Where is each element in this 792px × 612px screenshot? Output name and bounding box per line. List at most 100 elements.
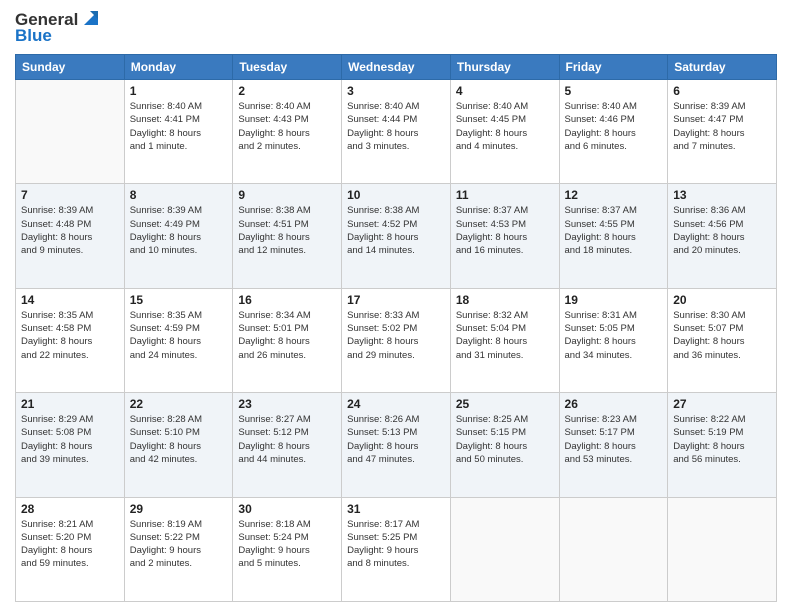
day-cell: 11 Sunrise: 8:37 AMSunset: 4:53 PMDayligh…: [450, 184, 559, 288]
calendar-table: SundayMondayTuesdayWednesdayThursdayFrid…: [15, 54, 777, 602]
weekday-header-friday: Friday: [559, 55, 668, 80]
day-info: Sunrise: 8:36 AMSunset: 4:56 PMDaylight:…: [673, 204, 771, 257]
day-number: 18: [456, 293, 554, 307]
week-row-1: 1 Sunrise: 8:40 AMSunset: 4:41 PMDaylight…: [16, 80, 777, 184]
weekday-header-row: SundayMondayTuesdayWednesdayThursdayFrid…: [16, 55, 777, 80]
day-number: 6: [673, 84, 771, 98]
day-cell: 30Sunrise: 8:18 AMSunset: 5:24 PMDayligh…: [233, 497, 342, 601]
day-number: 21: [21, 397, 119, 411]
day-number: 25: [456, 397, 554, 411]
day-cell: [450, 497, 559, 601]
day-info: Sunrise: 8:37 AMSunset: 4:53 PMDaylight:…: [456, 204, 554, 257]
day-cell: 23 Sunrise: 8:27 AMSunset: 5:12 PMDayligh…: [233, 393, 342, 497]
day-info: Sunrise: 8:39 AMSunset: 4:47 PMDaylight:…: [673, 100, 771, 153]
day-cell: 1 Sunrise: 8:40 AMSunset: 4:41 PMDaylight…: [124, 80, 233, 184]
day-cell: 8 Sunrise: 8:39 AMSunset: 4:49 PMDaylight…: [124, 184, 233, 288]
day-info: Sunrise: 8:23 AMSunset: 5:17 PMDaylight:…: [565, 413, 663, 466]
day-info: Sunrise: 8:37 AMSunset: 4:55 PMDaylight:…: [565, 204, 663, 257]
week-row-5: 28 Sunrise: 8:21 AMSunset: 5:20 PMDayligh…: [16, 497, 777, 601]
day-info: Sunrise: 8:21 AMSunset: 5:20 PMDaylight:…: [21, 518, 119, 571]
day-info: Sunrise: 8:17 AMSunset: 5:25 PMDaylight:…: [347, 518, 445, 571]
day-number: 29: [130, 502, 228, 516]
day-number: 11: [456, 188, 554, 202]
day-number: 15: [130, 293, 228, 307]
week-row-2: 7 Sunrise: 8:39 AMSunset: 4:48 PMDaylight…: [16, 184, 777, 288]
day-info: Sunrise: 8:29 AMSunset: 5:08 PMDaylight:…: [21, 413, 119, 466]
day-number: 31: [347, 502, 445, 516]
day-number: 7: [21, 188, 119, 202]
day-cell: 22Sunrise: 8:28 AMSunset: 5:10 PMDayligh…: [124, 393, 233, 497]
day-number: 17: [347, 293, 445, 307]
day-cell: 16 Sunrise: 8:34 AMSunset: 5:01 PMDayligh…: [233, 288, 342, 392]
weekday-header-sunday: Sunday: [16, 55, 125, 80]
day-cell: 2 Sunrise: 8:40 AMSunset: 4:43 PMDaylight…: [233, 80, 342, 184]
day-cell: 14 Sunrise: 8:35 AMSunset: 4:58 PMDayligh…: [16, 288, 125, 392]
day-cell: 18 Sunrise: 8:32 AMSunset: 5:04 PMDayligh…: [450, 288, 559, 392]
day-number: 8: [130, 188, 228, 202]
day-cell: 12 Sunrise: 8:37 AMSunset: 4:55 PMDayligh…: [559, 184, 668, 288]
day-cell: 24 Sunrise: 8:26 AMSunset: 5:13 PMDayligh…: [342, 393, 451, 497]
weekday-header-thursday: Thursday: [450, 55, 559, 80]
page: General Blue SundayMondayTuesdayWednesda…: [0, 0, 792, 612]
day-cell: 6 Sunrise: 8:39 AMSunset: 4:47 PMDaylight…: [668, 80, 777, 184]
day-number: 2: [238, 84, 336, 98]
day-info: Sunrise: 8:33 AMSunset: 5:02 PMDaylight:…: [347, 309, 445, 362]
day-number: 5: [565, 84, 663, 98]
day-number: 24: [347, 397, 445, 411]
day-cell: 3Sunrise: 8:40 AMSunset: 4:44 PMDaylight…: [342, 80, 451, 184]
day-cell: 27Sunrise: 8:22 AMSunset: 5:19 PMDayligh…: [668, 393, 777, 497]
day-number: 9: [238, 188, 336, 202]
logo-container: General Blue: [15, 10, 102, 46]
logo: General Blue: [15, 10, 102, 46]
day-info: Sunrise: 8:39 AMSunset: 4:48 PMDaylight:…: [21, 204, 119, 257]
day-info: Sunrise: 8:40 AMSunset: 4:43 PMDaylight:…: [238, 100, 336, 153]
day-number: 20: [673, 293, 771, 307]
day-info: Sunrise: 8:30 AMSunset: 5:07 PMDaylight:…: [673, 309, 771, 362]
logo-triangle-icon: [80, 7, 102, 29]
day-number: 10: [347, 188, 445, 202]
day-info: Sunrise: 8:40 AMSunset: 4:45 PMDaylight:…: [456, 100, 554, 153]
day-cell: [559, 497, 668, 601]
day-number: 26: [565, 397, 663, 411]
day-number: 1: [130, 84, 228, 98]
day-number: 13: [673, 188, 771, 202]
day-number: 12: [565, 188, 663, 202]
day-info: Sunrise: 8:28 AMSunset: 5:10 PMDaylight:…: [130, 413, 228, 466]
week-row-4: 21 Sunrise: 8:29 AMSunset: 5:08 PMDayligh…: [16, 393, 777, 497]
day-info: Sunrise: 8:35 AMSunset: 4:58 PMDaylight:…: [21, 309, 119, 362]
day-number: 28: [21, 502, 119, 516]
day-cell: 17 Sunrise: 8:33 AMSunset: 5:02 PMDayligh…: [342, 288, 451, 392]
day-cell: 7 Sunrise: 8:39 AMSunset: 4:48 PMDaylight…: [16, 184, 125, 288]
day-cell: 13 Sunrise: 8:36 AMSunset: 4:56 PMDayligh…: [668, 184, 777, 288]
day-number: 3: [347, 84, 445, 98]
day-info: Sunrise: 8:25 AMSunset: 5:15 PMDaylight:…: [456, 413, 554, 466]
day-info: Sunrise: 8:35 AMSunset: 4:59 PMDaylight:…: [130, 309, 228, 362]
day-cell: 4 Sunrise: 8:40 AMSunset: 4:45 PMDaylight…: [450, 80, 559, 184]
day-number: 19: [565, 293, 663, 307]
day-cell: [668, 497, 777, 601]
day-info: Sunrise: 8:34 AMSunset: 5:01 PMDaylight:…: [238, 309, 336, 362]
weekday-header-tuesday: Tuesday: [233, 55, 342, 80]
day-number: 14: [21, 293, 119, 307]
day-info: Sunrise: 8:40 AMSunset: 4:46 PMDaylight:…: [565, 100, 663, 153]
day-info: Sunrise: 8:26 AMSunset: 5:13 PMDaylight:…: [347, 413, 445, 466]
day-info: Sunrise: 8:32 AMSunset: 5:04 PMDaylight:…: [456, 309, 554, 362]
day-number: 23: [238, 397, 336, 411]
day-cell: 15 Sunrise: 8:35 AMSunset: 4:59 PMDayligh…: [124, 288, 233, 392]
day-number: 16: [238, 293, 336, 307]
day-info: Sunrise: 8:27 AMSunset: 5:12 PMDaylight:…: [238, 413, 336, 466]
day-info: Sunrise: 8:39 AMSunset: 4:49 PMDaylight:…: [130, 204, 228, 257]
day-cell: 31 Sunrise: 8:17 AMSunset: 5:25 PMDayligh…: [342, 497, 451, 601]
day-info: Sunrise: 8:31 AMSunset: 5:05 PMDaylight:…: [565, 309, 663, 362]
weekday-header-saturday: Saturday: [668, 55, 777, 80]
day-cell: 25 Sunrise: 8:25 AMSunset: 5:15 PMDayligh…: [450, 393, 559, 497]
day-cell: 29Sunrise: 8:19 AMSunset: 5:22 PMDayligh…: [124, 497, 233, 601]
day-cell: 5 Sunrise: 8:40 AMSunset: 4:46 PMDaylight…: [559, 80, 668, 184]
day-info: Sunrise: 8:40 AMSunset: 4:41 PMDaylight:…: [130, 100, 228, 153]
day-info: Sunrise: 8:18 AMSunset: 5:24 PMDaylight:…: [238, 518, 336, 571]
day-cell: 10Sunrise: 8:38 AMSunset: 4:52 PMDayligh…: [342, 184, 451, 288]
day-number: 4: [456, 84, 554, 98]
day-info: Sunrise: 8:22 AMSunset: 5:19 PMDaylight:…: [673, 413, 771, 466]
day-cell: [16, 80, 125, 184]
day-cell: 28 Sunrise: 8:21 AMSunset: 5:20 PMDayligh…: [16, 497, 125, 601]
